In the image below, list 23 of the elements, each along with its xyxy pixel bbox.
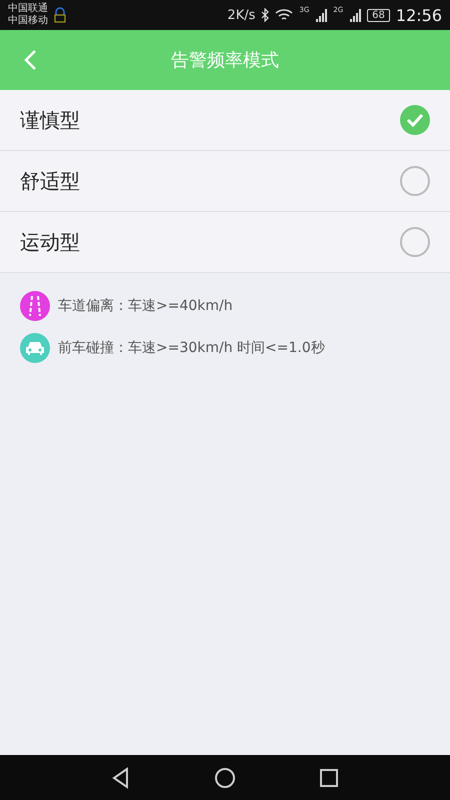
mode-option[interactable]: 谨慎型	[0, 90, 450, 151]
home-nav-icon[interactable]	[213, 766, 237, 790]
radio-icon[interactable]	[400, 227, 430, 257]
network-speed: 2K/s	[227, 8, 256, 22]
car-icon	[25, 340, 45, 356]
bluetooth-icon	[261, 8, 270, 22]
check-icon[interactable]	[400, 105, 430, 135]
signal-icon	[315, 8, 328, 22]
battery-indicator: 68	[367, 8, 390, 22]
threshold-text: 前车碰撞：车速>=30km/h 时间<=1.0秒	[58, 339, 325, 357]
carrier-name: 中国联通	[8, 3, 48, 14]
lock-icon	[54, 7, 66, 23]
mode-option[interactable]: 运动型	[0, 212, 450, 273]
radio-icon[interactable]	[400, 166, 430, 196]
road-icon	[28, 296, 42, 316]
carrier-name: 中国移动	[8, 15, 48, 27]
threshold-text: 车道偏离：车速>=40km/h	[58, 297, 233, 315]
signal-icon	[349, 8, 362, 22]
wifi-icon	[275, 8, 294, 22]
clock: 12:56	[396, 6, 442, 24]
chevron-left-icon[interactable]	[23, 49, 37, 71]
page-title: 告警频率模式	[171, 49, 279, 72]
mode-option[interactable]: 舒适型	[0, 151, 450, 212]
